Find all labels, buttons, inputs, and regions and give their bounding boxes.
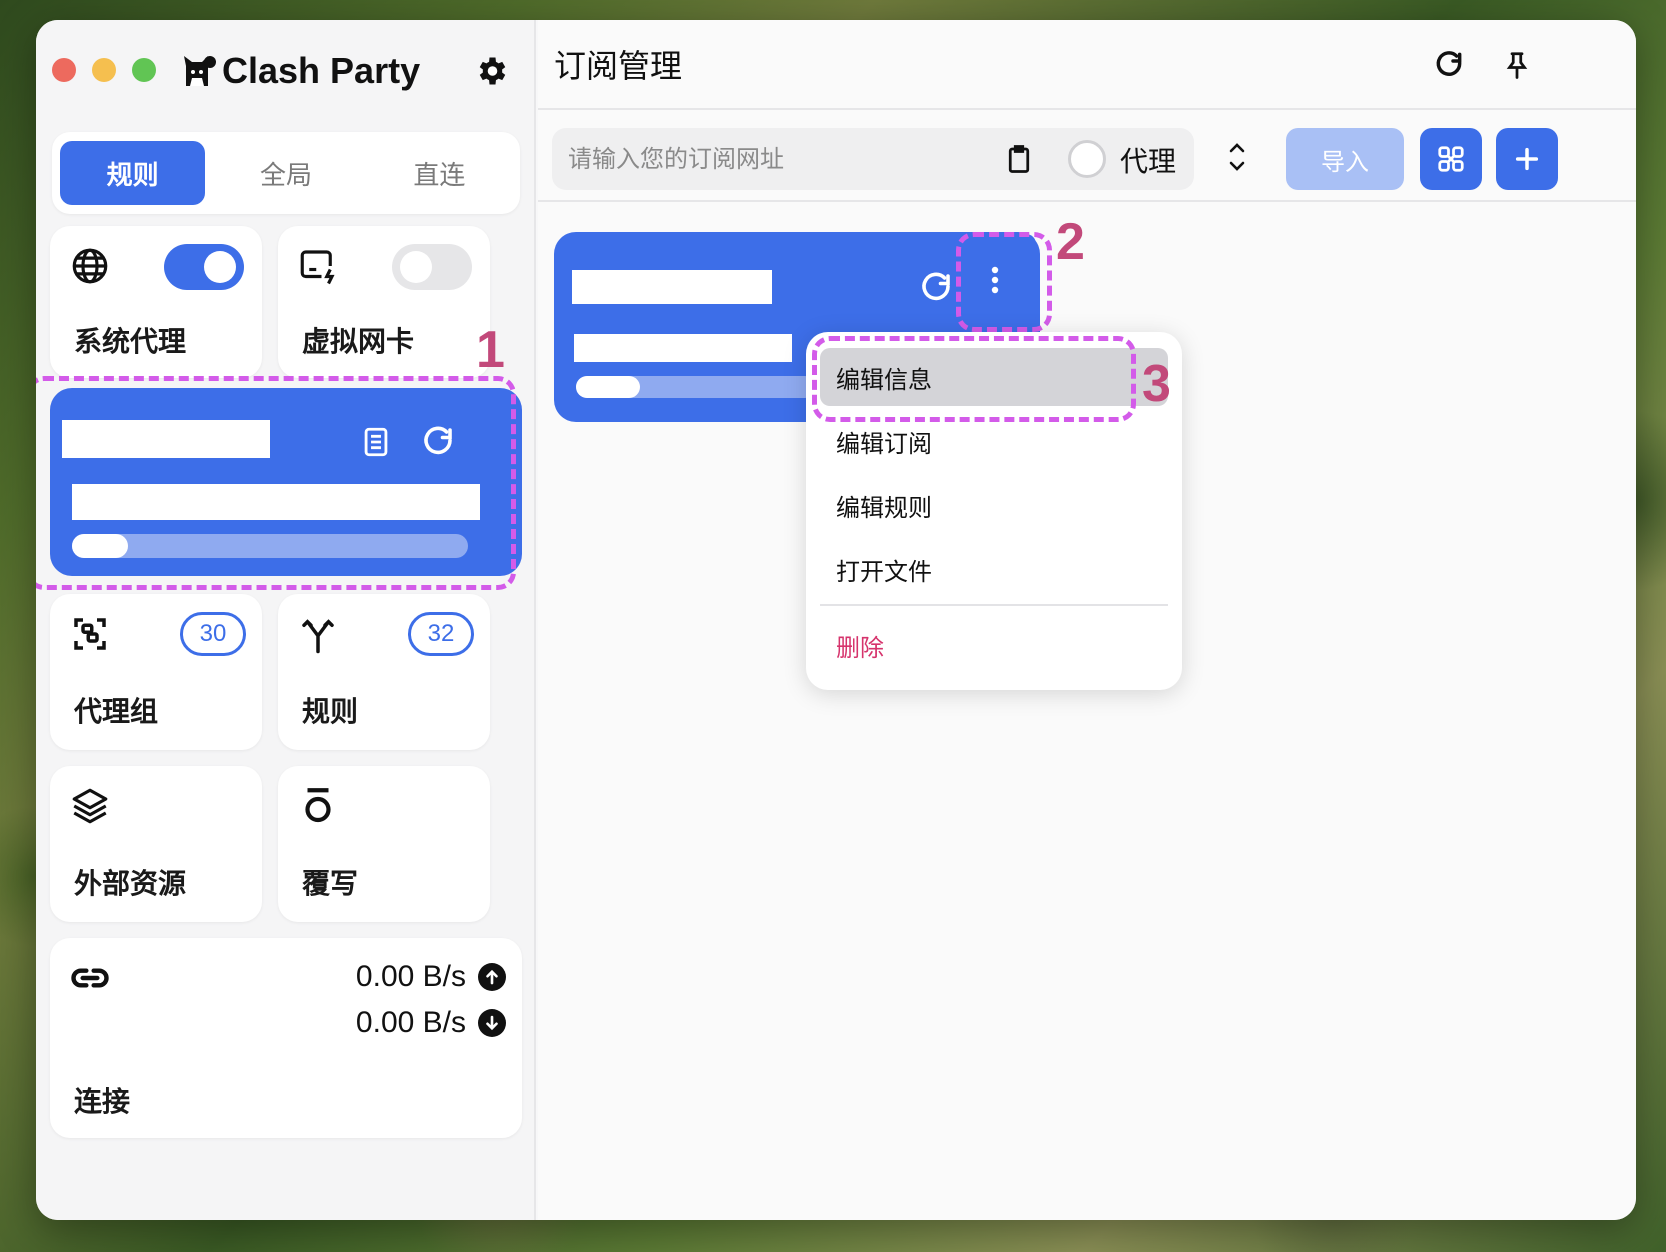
mode-tab-global[interactable]: 全局	[213, 141, 358, 205]
upload-speed: 0.00 B/s	[355, 960, 466, 993]
tun-card[interactable]: 虚拟网卡	[278, 226, 490, 378]
upload-speed-row: 0.00 B/s	[356, 960, 506, 994]
connections-label: 连接	[74, 1085, 131, 1118]
globe-icon	[68, 244, 112, 288]
refresh-icon	[1436, 51, 1462, 76]
layers-icon	[68, 784, 112, 828]
menu-edit-rules[interactable]: 编辑规则	[820, 476, 1168, 534]
system-proxy-card[interactable]: 系统代理	[50, 226, 262, 378]
external-resources-label: 外部资源	[74, 867, 187, 900]
pin-button[interactable]	[1494, 42, 1540, 88]
annotation-marker-1: 1	[476, 321, 505, 379]
refresh-all-button[interactable]	[1426, 42, 1472, 88]
pin-icon	[1506, 52, 1528, 79]
url-box: 代理	[552, 128, 1194, 190]
override-card[interactable]: 覆写	[278, 766, 490, 922]
fork-icon	[296, 612, 340, 656]
link-scan-icon	[1438, 146, 1464, 172]
main-header: 订阅管理	[538, 20, 1636, 110]
window-controls	[52, 58, 156, 82]
external-resources-card[interactable]: 外部资源	[50, 766, 262, 922]
proxy-groups-card[interactable]: 30 代理组	[50, 594, 262, 750]
override-label: 覆写	[302, 867, 359, 900]
plus-icon	[1515, 147, 1539, 171]
page-title: 订阅管理	[554, 47, 683, 85]
use-proxy-label: 代理	[1120, 145, 1177, 178]
chevron-up-down-icon	[1229, 143, 1245, 171]
mode-tab-direct[interactable]: 直连	[367, 141, 512, 205]
subscription-url-input[interactable]	[568, 136, 978, 182]
tun-toggle[interactable]	[392, 244, 472, 290]
subscription-refresh-button[interactable]	[914, 266, 958, 310]
maximize-window-button[interactable]	[132, 58, 156, 82]
annotation-box-1	[36, 376, 516, 590]
system-proxy-toggle[interactable]	[164, 244, 244, 290]
menu-open-file[interactable]: 打开文件	[820, 540, 1168, 598]
rules-count-badge: 32	[408, 612, 474, 656]
override-icon	[296, 784, 340, 828]
add-subscription-button[interactable]	[1496, 128, 1558, 190]
system-proxy-label: 系统代理	[74, 325, 187, 358]
gear-icon	[479, 57, 506, 85]
proxy-groups-label: 代理组	[74, 695, 159, 728]
paste-button[interactable]	[998, 138, 1040, 180]
sidebar: Clash Party 规则 全局 直连 系统代理 虚拟网卡 1 30 代理组 …	[36, 20, 536, 1220]
tun-label: 虚拟网卡	[302, 325, 415, 358]
settings-button[interactable]	[468, 48, 514, 94]
sort-button[interactable]	[1214, 130, 1260, 184]
import-button[interactable]: 导入	[1286, 128, 1404, 190]
mode-selector: 规则 全局 直连	[52, 132, 520, 214]
download-speed-row: 0.00 B/s	[356, 1006, 506, 1040]
link-icon	[68, 956, 112, 1000]
download-speed: 0.00 B/s	[355, 1006, 466, 1039]
minimize-window-button[interactable]	[92, 58, 116, 82]
subscription-name-redacted	[572, 270, 772, 304]
annotation-marker-2: 2	[1056, 213, 1085, 271]
proxy-group-icon	[68, 612, 112, 656]
cat-logo-icon	[184, 56, 216, 86]
app-name: Clash Party	[222, 50, 421, 91]
mode-tab-rule[interactable]: 规则	[60, 141, 206, 205]
rules-label: 规则	[302, 695, 359, 728]
upload-arrow-icon	[478, 963, 506, 991]
annotation-box-3	[812, 336, 1136, 422]
rules-card[interactable]: 32 规则	[278, 594, 490, 750]
scan-button[interactable]	[1420, 128, 1482, 190]
download-arrow-icon	[478, 1009, 506, 1037]
clipboard-icon	[1008, 145, 1030, 173]
close-window-button[interactable]	[52, 58, 76, 82]
app-window: Clash Party 规则 全局 直连 系统代理 虚拟网卡 1 30 代理组 …	[36, 20, 1636, 1220]
menu-delete[interactable]: 删除	[820, 616, 1168, 674]
proxy-groups-count-badge: 30	[180, 612, 246, 656]
app-title: Clash Party	[182, 46, 420, 96]
use-proxy-checkbox[interactable]	[1068, 140, 1106, 178]
annotation-box-2	[956, 232, 1052, 332]
subscription-usage-bar	[576, 376, 816, 398]
menu-divider	[820, 604, 1168, 606]
main-panel: 订阅管理 代理	[538, 20, 1636, 1220]
virtual-nic-icon	[296, 244, 340, 288]
subscription-info-redacted	[574, 334, 792, 362]
subscription-toolbar: 代理 导入	[538, 112, 1636, 202]
connections-card[interactable]: 0.00 B/s 0.00 B/s 连接	[50, 938, 522, 1138]
annotation-marker-3: 3	[1142, 355, 1171, 413]
refresh-icon	[922, 272, 950, 301]
